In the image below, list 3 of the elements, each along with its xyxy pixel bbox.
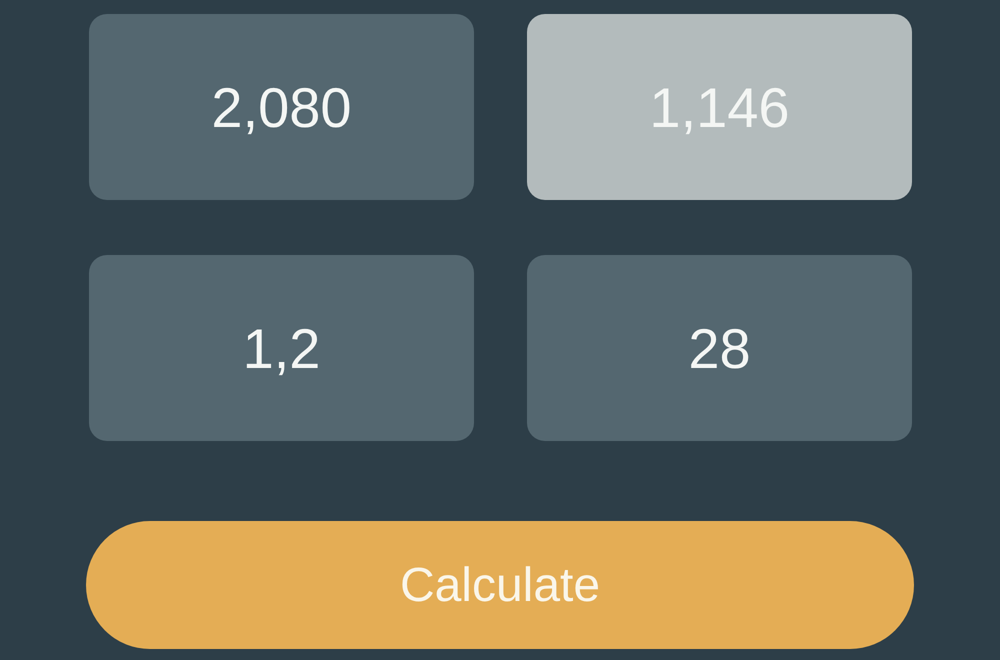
value-tile[interactable]: 1,2 bbox=[89, 255, 474, 441]
value-tile[interactable]: 28 bbox=[527, 255, 912, 441]
value-tile[interactable]: 2,080 bbox=[89, 14, 474, 200]
